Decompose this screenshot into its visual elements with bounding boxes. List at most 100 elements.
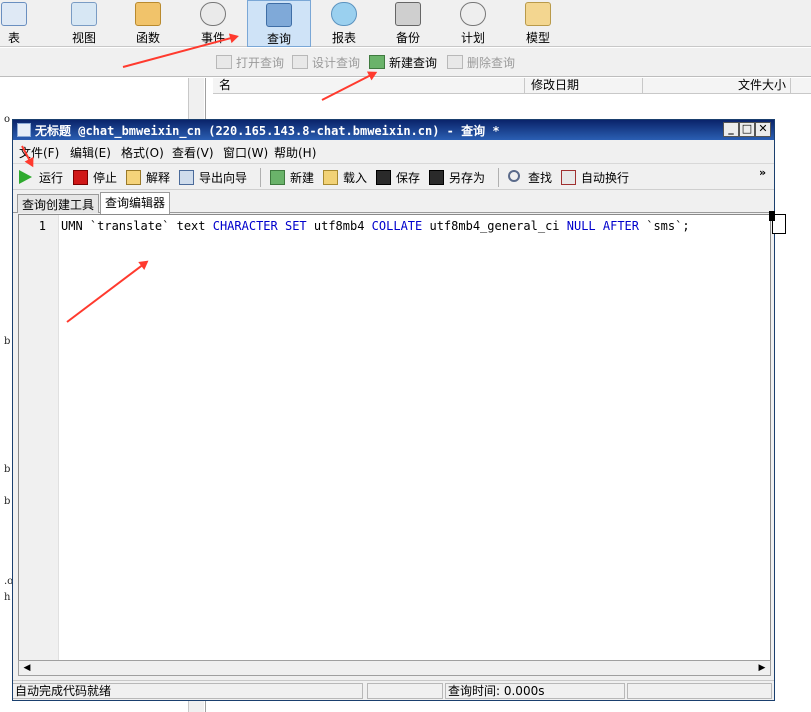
run-label: 运行 [39,171,64,185]
design-query-button[interactable]: 设计查询 [292,54,360,71]
query-menu-bar: 文件(F) 编辑(E) 格式(O) 查看(V) 窗口(W) 帮助(H) [13,141,774,162]
toolbar-backup-button[interactable]: 备份 [376,0,440,47]
column-header-name[interactable]: 名 [213,78,525,94]
nav-text-fragment: b [4,336,11,347]
query-tabs: 查询创建工具 查询编辑器 [13,191,774,214]
open-query-icon [216,55,232,69]
menu-view[interactable]: 查看(V) [172,144,214,161]
query-window-title: 无标题 @chat_bmweixin_cn (220.165.143.8-cha… [35,124,500,138]
nav-text-fragment: b [4,464,11,475]
tab-query-builder[interactable]: 查询创建工具 [17,194,100,213]
word-wrap-icon [561,170,576,185]
menu-edit[interactable]: 编辑(E) [70,144,111,161]
toolbar-query-button[interactable]: 查询 [247,0,311,47]
menu-help[interactable]: 帮助(H) [274,144,316,161]
scroll-left-icon[interactable]: ◀ [20,662,34,674]
sql-editor[interactable]: 1 UMN `translate` text CHARACTER SET utf… [18,214,771,661]
new-label: 新建 [290,171,315,185]
toolbar-function-button[interactable]: 函数 [116,0,180,47]
save-label: 保存 [396,171,421,185]
load-button[interactable]: 载入 [323,169,367,187]
code-text: `sms`; [639,219,690,233]
explain-label: 解释 [146,171,171,185]
line-number: 1 [38,219,46,233]
explain-button[interactable]: 解释 [126,169,170,187]
toolbar-schedule-label: 计划 [460,31,485,45]
save-as-icon [429,170,444,185]
view-icon [71,2,97,26]
backup-icon [395,2,421,26]
query-status-bar: 自动完成代码就绪 查询时间: 0.000s [13,680,774,700]
toolbar-separator [498,168,499,187]
column-header-size[interactable]: 文件大小 [643,78,791,94]
toolbar-view-button[interactable]: 视图 [52,0,116,47]
toolbar-schedule-button[interactable]: 计划 [441,0,505,47]
maximize-button[interactable]: □ [739,122,755,137]
word-wrap-button[interactable]: 自动换行 [561,169,629,187]
save-as-button[interactable]: 另存为 [429,169,485,187]
sql-code-line[interactable]: UMN `translate` text CHARACTER SET utf8m… [61,219,690,233]
code-text: utf8mb4 [306,219,372,233]
export-wizard-label: 导出向导 [199,171,248,185]
nav-text-fragment: o [4,114,11,125]
design-query-label: 设计查询 [312,56,361,70]
close-button[interactable]: ✕ [755,122,771,137]
toolbar-backup-label: 备份 [395,31,420,45]
load-label: 载入 [343,171,368,185]
new-query-label: 新建查询 [389,56,438,70]
save-icon [376,170,391,185]
status-cell-empty [367,683,443,699]
toolbar-function-label: 函数 [135,31,160,45]
table-icon [1,2,27,26]
model-icon [525,2,551,26]
toolbar-view-label: 视图 [71,31,96,45]
toolbar-model-button[interactable]: 模型 [506,0,570,47]
delete-query-label: 删除查询 [467,56,516,70]
new-query-icon [270,170,285,185]
minimize-button[interactable]: _ [723,122,739,137]
run-button[interactable]: 运行 [19,169,63,187]
new-button[interactable]: 新建 [270,169,314,187]
line-number-gutter: 1 [19,215,59,660]
main-toolbar: 表 视图 函数 事件 查询 报表 备份 计划 模型 [0,0,811,47]
nav-text-fragment: b [4,496,11,507]
find-button[interactable]: 查找 [508,169,552,187]
event-icon [200,2,226,26]
query-list-toolbar: 打开查询 设计查询 新建查询 删除查询 [0,48,811,77]
query-icon [266,3,292,27]
new-query-button[interactable]: 新建查询 [369,54,437,71]
query-list-header: 名 修改日期 文件大小 [213,78,811,94]
toolbar-report-label: 报表 [331,31,356,45]
delete-query-icon [447,55,463,69]
code-keyword: NULL AFTER [566,219,639,233]
toolbar-model-label: 模型 [525,31,550,45]
scroll-right-icon[interactable]: ▶ [755,662,769,674]
report-icon [331,2,357,26]
menu-window[interactable]: 窗口(W) [223,144,268,161]
query-window-titlebar[interactable]: 无标题 @chat_bmweixin_cn (220.165.143.8-cha… [13,120,774,140]
code-text: UMN `translate` text [61,219,213,233]
function-icon [135,2,161,26]
query-window: 无标题 @chat_bmweixin_cn (220.165.143.8-cha… [12,119,775,701]
export-wizard-button[interactable]: 导出向导 [179,169,247,187]
column-header-modified[interactable]: 修改日期 [525,78,643,94]
delete-query-button[interactable]: 删除查询 [447,54,515,71]
open-query-button[interactable]: 打开查询 [216,54,284,71]
toolbar-query-label: 查询 [266,32,291,46]
design-query-icon [292,55,308,69]
query-editor-toolbar: 运行 停止 解释 导出向导 新建 载入 保存 另存为 查找 自动换行 » [13,163,774,190]
new-query-icon [369,55,385,69]
toolbar-table-button[interactable]: 表 [0,0,46,47]
menu-format[interactable]: 格式(O) [121,144,164,161]
tab-query-editor[interactable]: 查询编辑器 [100,192,171,214]
save-as-label: 另存为 [449,171,486,185]
toolbar-report-button[interactable]: 报表 [312,0,376,47]
toolbar-overflow-chevron-icon[interactable]: » [759,166,766,179]
save-button[interactable]: 保存 [376,169,420,187]
code-keyword: COLLATE [371,219,423,233]
open-query-label: 打开查询 [236,56,285,70]
document-cursor-icon [769,211,786,234]
stop-button[interactable]: 停止 [73,169,117,187]
editor-horizontal-scrollbar[interactable]: ◀ ▶ [18,660,771,676]
status-cell-empty [627,683,772,699]
